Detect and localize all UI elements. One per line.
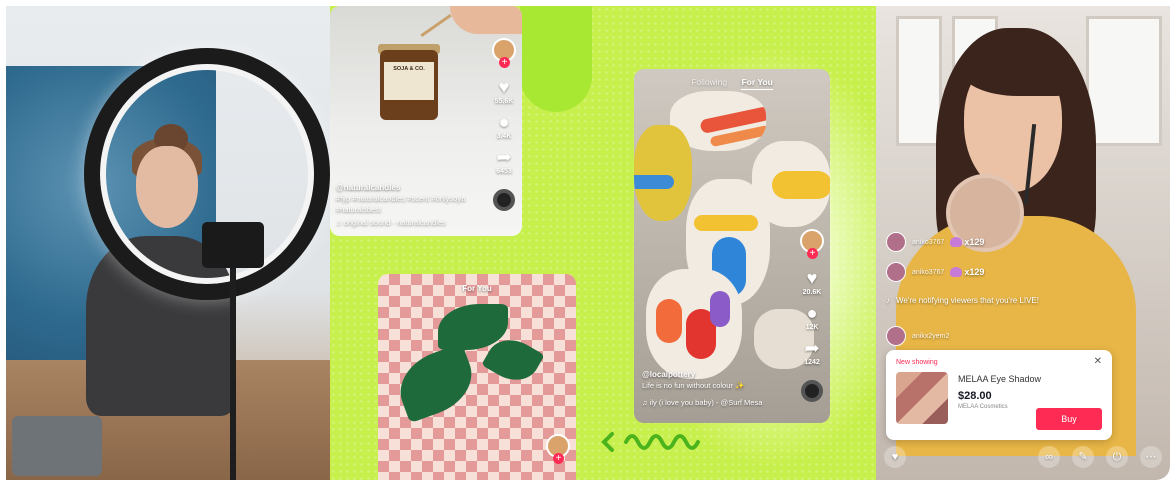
jar-label: SOJA & CO. [384,62,434,100]
video-caption: @localpottery Life is no fun without col… [642,369,810,408]
live-comment: aniko3767 x129 [886,232,984,252]
camera [202,222,264,268]
like-count: 55.6K [494,98,514,105]
effects-icon[interactable]: ✎ [1072,446,1094,468]
pot [646,269,742,379]
username[interactable]: @localpottery [642,369,810,380]
comment-icon[interactable]: ● [499,113,510,131]
comment-count: 3.4K [496,133,512,140]
chair [12,416,102,476]
commenter-avatar[interactable] [886,232,906,252]
video-caption: @naturalcandles #fyp #naturalcandles #sc… [336,182,496,228]
pottery-video-card[interactable]: Following For You ♥ 20.6K ● 12K [634,69,830,423]
ring-light-photo [6,6,330,480]
gift-icon [950,267,963,278]
like-count: 20.6K [802,289,822,296]
creator-avatar[interactable] [800,229,824,259]
window [896,16,942,146]
product-thumbnail[interactable] [896,372,948,424]
tiktok-collage: SOJA & CO. ♥ 55.6K ● 3.4K ➦ 6453 @natura… [330,6,876,480]
music-note-icon: ♫ [642,398,648,407]
heart-icon[interactable]: ♥ [499,78,510,96]
tab-following[interactable]: Following [691,77,727,87]
tiktok-logo-icon: ♪ [886,296,890,305]
gift-count: x129 [950,237,984,248]
fabric-video-card[interactable]: For You [378,274,576,480]
action-rail [546,434,570,464]
product-card[interactable]: New showing ✕ MELAA Eye Shadow $28.00 ME… [886,350,1112,440]
product-name: MELAA Eye Shadow [958,374,1042,384]
live-system-message: ♪ We're notifying viewers that you're LI… [886,296,1039,305]
product-brand: MELAA Cosmetics [958,404,1008,410]
share-count: 6453 [496,168,512,175]
share-icon[interactable]: ➦ [804,339,819,357]
gift-count: x129 [950,267,984,278]
window [1086,16,1162,146]
heart-icon[interactable]: ♥ [807,269,818,287]
power-icon[interactable]: ⏻ [1106,446,1128,468]
tab-for-you[interactable]: For You [378,284,576,293]
background-blob [520,6,592,112]
tab-for-you[interactable]: For You [741,77,773,90]
share-icon[interactable]: ➦ [496,148,511,166]
hand [450,6,522,34]
sound-row[interactable]: ♫ original sound - naturalcandles [336,217,496,228]
match-stick [420,13,452,38]
caption-text: Life is no fun without colour ✨ [642,381,745,390]
close-icon[interactable]: ✕ [1094,356,1102,367]
pot [752,141,830,227]
now-showing-label: New showing [896,359,938,366]
tripod [230,268,236,480]
share-count: 1242 [804,359,820,366]
sound-name: original sound - naturalcandles [343,218,446,227]
comment-icon[interactable]: ● [807,304,818,322]
product-price: $28.00 [958,390,992,402]
link-icon[interactable]: ∞ [1038,446,1060,468]
gift-icon [950,237,963,248]
feed-tabs: Following For You [634,77,830,90]
commenter-avatar[interactable] [886,326,906,346]
live-comment: aniko3767 x129 [886,262,984,282]
live-shopping-screen: aniko3767 x129 aniko3767 x129 ♪ We're no… [876,6,1170,480]
pot [634,125,692,221]
candle-video-card[interactable]: SOJA & CO. ♥ 55.6K ● 3.4K ➦ 6453 @natura… [330,6,522,236]
commenter-avatar[interactable] [886,262,906,282]
creator-avatar[interactable] [546,434,570,464]
sound-row[interactable]: ♫ ily (i love you baby) - @Surf Mesa [642,397,810,408]
squiggle-decoration [601,432,700,452]
sound-name: ily (i love you baby) - @Surf Mesa [649,398,763,407]
more-icon[interactable]: ⋯ [1140,446,1162,468]
live-bottom-bar: ♥ ∞ ✎ ⏻ ⋯ [884,446,1162,468]
username[interactable]: @naturalcandles [336,182,496,193]
creator-avatar[interactable] [492,38,516,68]
hashtags[interactable]: #fyp #naturalcandles #scent #onlysoya #n… [336,193,496,215]
sound-disc-icon[interactable] [493,189,515,211]
live-comment: anikx2yem2 [886,326,949,346]
bottom-actions: ∞ ✎ ⏻ ⋯ [1038,446,1162,468]
music-note-icon: ♫ [336,218,342,227]
gift-icon[interactable]: ♥ [884,446,906,468]
leaf-pattern [390,342,482,424]
buy-button[interactable]: Buy [1036,408,1102,430]
comment-count: 12K [805,324,819,331]
